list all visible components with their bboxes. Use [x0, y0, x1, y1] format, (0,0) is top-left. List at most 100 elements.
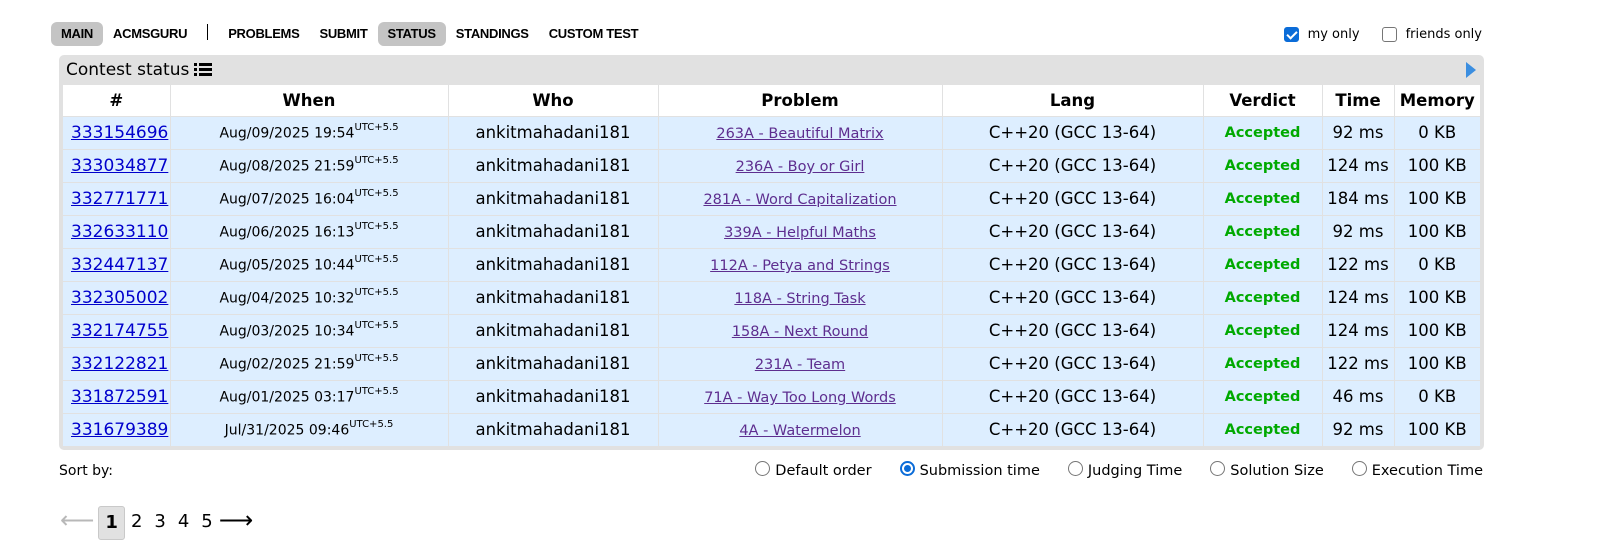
submission-id-link[interactable]: 332771771: [71, 189, 168, 209]
problem-link[interactable]: 4A - Watermelon: [739, 423, 860, 439]
submission-id-link[interactable]: 333034877: [71, 156, 168, 176]
submission-id-link[interactable]: 332122821: [71, 354, 168, 374]
sort-option-label: Execution Time: [1371, 463, 1483, 479]
who-cell: ankitmahadani181: [448, 380, 659, 414]
my-only-checkbox[interactable]: [1283, 27, 1299, 42]
column-header-verdict[interactable]: Verdict: [1203, 85, 1323, 117]
author-handle[interactable]: ankitmahadani181: [475, 288, 630, 307]
table-row: 331679389 Jul/31/2025 09:46UTC+5.5 ankitma…: [63, 413, 1480, 447]
column-header-memory[interactable]: Memory: [1394, 85, 1480, 117]
problem-cell: 112A - Petya and Strings: [658, 248, 943, 282]
menu-item-custom-test[interactable]: CUSTOM TEST: [539, 22, 649, 46]
when-text: Aug/08/2025 21:59: [219, 158, 355, 175]
author-handle[interactable]: ankitmahadani181: [475, 420, 630, 439]
my-only-filter[interactable]: my only: [1283, 27, 1360, 42]
column-header-who[interactable]: Who: [448, 85, 659, 117]
table-row: 332122821 Aug/02/2025 21:59UTC+5.5 ankitma…: [63, 347, 1480, 381]
column-header-lang[interactable]: Lang: [942, 85, 1204, 117]
lang-cell: C++20 (GCC 13-64): [942, 182, 1204, 216]
arrow-right-icon[interactable]: [1466, 62, 1476, 78]
who-cell: ankitmahadani181: [448, 347, 659, 381]
author-handle[interactable]: ankitmahadani181: [475, 321, 630, 340]
table-row: 332771771 Aug/07/2025 16:04UTC+5.5 ankitma…: [63, 182, 1480, 216]
sort-judging-time[interactable]: Judging Time: [1067, 460, 1182, 479]
timezone-label: UTC+5.5: [354, 253, 399, 265]
problem-link[interactable]: 71A - Way Too Long Words: [704, 390, 896, 406]
time-cell: 124 ms: [1322, 149, 1395, 183]
column-header-when[interactable]: When: [170, 85, 449, 117]
table-row: 332447137 Aug/05/2025 10:44UTC+5.5 ankitma…: [63, 248, 1480, 282]
verdict-cell: Accepted: [1203, 248, 1323, 282]
who-cell: ankitmahadani181: [448, 116, 659, 150]
list-icon: [194, 63, 213, 77]
sort-execution-time-radio[interactable]: [1351, 460, 1367, 476]
memory-cell: 0 KB: [1394, 116, 1480, 150]
sort-execution-time[interactable]: Execution Time: [1351, 460, 1483, 479]
menu-item-standings[interactable]: STANDINGS: [446, 22, 539, 46]
problem-link[interactable]: 263A - Beautiful Matrix: [716, 126, 883, 142]
when-cell: Aug/01/2025 03:17UTC+5.5: [170, 380, 449, 414]
time-cell: 122 ms: [1322, 347, 1395, 381]
verdict-cell: Accepted: [1203, 413, 1323, 447]
sort-option-label: Submission time: [919, 463, 1040, 479]
prev-page-arrow-icon: ⟵: [60, 506, 95, 534]
lang-cell: C++20 (GCC 13-64): [942, 215, 1204, 249]
friends-only-filter[interactable]: friends only: [1381, 27, 1482, 42]
submission-id-link[interactable]: 332305002: [71, 288, 168, 308]
problem-link[interactable]: 158A - Next Round: [732, 324, 868, 340]
column-header-time[interactable]: Time: [1322, 85, 1395, 117]
author-handle[interactable]: ankitmahadani181: [475, 354, 630, 373]
memory-cell: 100 KB: [1394, 182, 1480, 216]
sort-solution-size[interactable]: Solution Size: [1210, 460, 1324, 479]
problem-link[interactable]: 231A - Team: [755, 357, 845, 373]
contest-status-panel: Contest status # When Who Problem Lang V…: [59, 55, 1484, 450]
sort-default-order[interactable]: Default order: [755, 460, 872, 479]
time-cell: 124 ms: [1322, 281, 1395, 315]
column-header-id[interactable]: #: [63, 85, 171, 117]
submission-id-link[interactable]: 332174755: [71, 321, 168, 341]
sort-judging-time-radio[interactable]: [1067, 460, 1083, 476]
menu-item-problems[interactable]: PROBLEMS: [218, 22, 309, 46]
submission-id-link[interactable]: 332633110: [71, 222, 168, 242]
next-page-arrow-icon[interactable]: ⟶: [219, 506, 253, 534]
problem-link[interactable]: 236A - Boy or Girl: [736, 159, 865, 175]
menu-item-submit[interactable]: SUBMIT: [309, 22, 377, 46]
problem-link[interactable]: 112A - Petya and Strings: [710, 258, 890, 274]
time-cell: 92 ms: [1322, 215, 1395, 249]
problem-link[interactable]: 281A - Word Capitalization: [703, 192, 896, 208]
author-handle[interactable]: ankitmahadani181: [475, 123, 630, 142]
friends-only-checkbox[interactable]: [1381, 27, 1397, 42]
submission-id-link[interactable]: 333154696: [71, 123, 168, 143]
problem-link[interactable]: 118A - String Task: [734, 291, 865, 307]
page-2[interactable]: 2: [125, 506, 148, 538]
submission-id-link[interactable]: 331679389: [71, 420, 168, 440]
submission-id-link[interactable]: 331872591: [71, 387, 168, 407]
page-4[interactable]: 4: [172, 506, 195, 538]
submission-id-link[interactable]: 332447137: [71, 255, 168, 275]
when-cell: Aug/04/2025 10:32UTC+5.5: [170, 281, 449, 315]
who-cell: ankitmahadani181: [448, 281, 659, 315]
who-cell: ankitmahadani181: [448, 182, 659, 216]
sort-default-order-radio[interactable]: [755, 460, 771, 476]
submission-id-cell: 332447137: [63, 248, 171, 282]
menu-item-acmsguru[interactable]: ACMSGURU: [103, 22, 197, 46]
menu-item-status[interactable]: STATUS: [377, 22, 446, 46]
author-handle[interactable]: ankitmahadani181: [475, 222, 630, 241]
when-text: Aug/09/2025 19:54: [219, 125, 355, 142]
page-1[interactable]: 1: [98, 506, 125, 540]
sort-submission-time[interactable]: Submission time: [899, 460, 1040, 479]
author-handle[interactable]: ankitmahadani181: [475, 189, 630, 208]
page-3[interactable]: 3: [148, 506, 171, 538]
problem-cell: 158A - Next Round: [658, 314, 943, 348]
author-handle[interactable]: ankitmahadani181: [475, 387, 630, 406]
page-5[interactable]: 5: [195, 506, 218, 538]
problem-link[interactable]: 339A - Helpful Maths: [724, 225, 876, 241]
sort-submission-time-radio[interactable]: [899, 460, 915, 476]
sort-solution-size-radio[interactable]: [1210, 460, 1226, 476]
author-handle[interactable]: ankitmahadani181: [475, 255, 630, 274]
column-header-problem[interactable]: Problem: [658, 85, 943, 117]
who-cell: ankitmahadani181: [448, 248, 659, 282]
author-handle[interactable]: ankitmahadani181: [475, 156, 630, 175]
menu-item-main[interactable]: MAIN: [51, 22, 104, 46]
when-text: Aug/03/2025 10:34: [219, 323, 355, 340]
